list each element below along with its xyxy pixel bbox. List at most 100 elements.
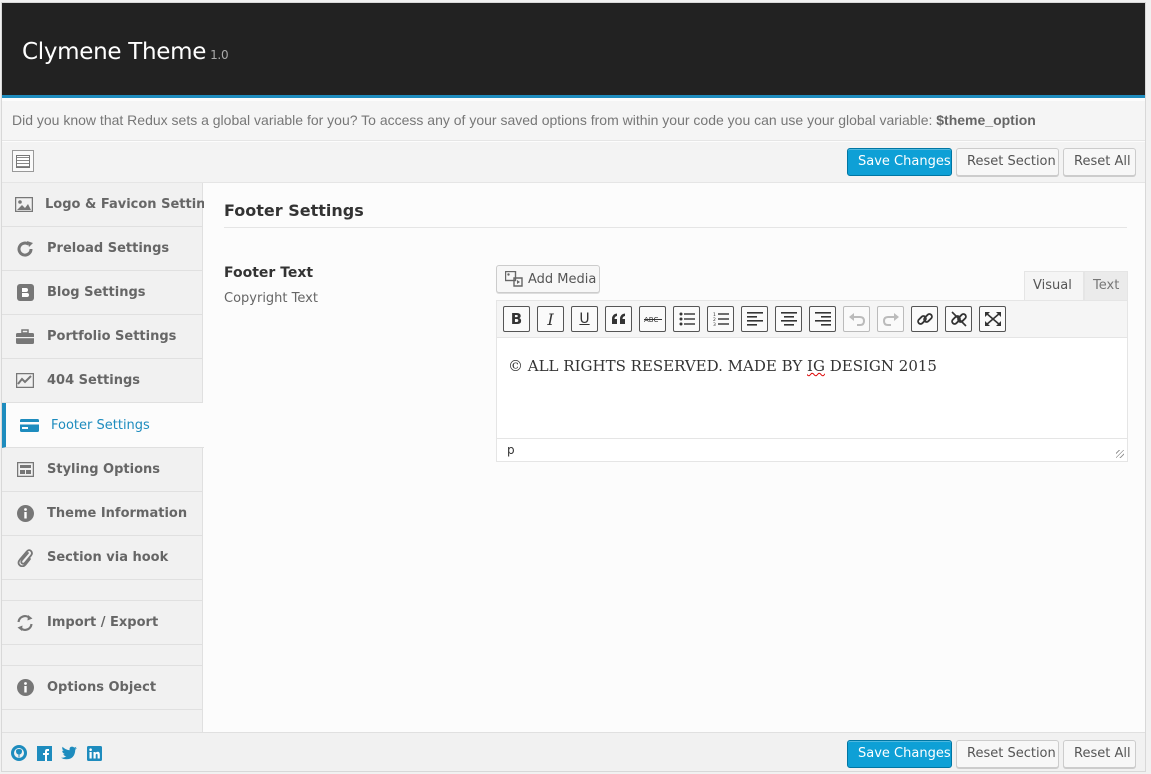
sidebar-item-label: Options Object [47, 680, 157, 695]
bullet-list-icon [679, 312, 695, 326]
numbered-list-button[interactable]: 123 [707, 306, 734, 332]
italic-button[interactable]: I [537, 306, 564, 332]
content-text: © ALL RIGHTS RESERVED. MADE BY [508, 357, 808, 375]
sidebar-divider [2, 580, 203, 601]
underline-button[interactable]: U [571, 306, 598, 332]
sidebar-item-blog[interactable]: Blog Settings [2, 271, 203, 315]
sidebar-item-label: Preload Settings [47, 241, 170, 256]
editor-status-path: p [497, 438, 1127, 461]
info-icon [15, 679, 35, 697]
align-center-icon [780, 312, 797, 326]
sidebar-item-label: Logo & Favicon Settings [45, 197, 223, 212]
editor-content[interactable]: © ALL RIGHTS RESERVED. MADE BY IG DESIGN… [508, 357, 937, 375]
tab-text[interactable]: Text [1084, 271, 1128, 300]
facebook-link[interactable] [36, 745, 52, 761]
sidebar-item-label: Footer Settings [51, 417, 150, 433]
blogger-icon [15, 284, 35, 302]
sidebar-divider [2, 645, 203, 666]
image-icon [15, 196, 33, 214]
add-media-label: Add Media [528, 271, 597, 287]
theme-title: Clymene Theme 1.0 [22, 39, 229, 65]
resize-handle[interactable] [1116, 450, 1124, 458]
expand-icon [16, 154, 30, 168]
info-icon [15, 505, 35, 523]
top-action-bar: Save Changes Reset Section Reset All [2, 142, 1145, 183]
notice-text: Did you know that Redux sets a global va… [12, 112, 937, 128]
section-title: Footer Settings [224, 201, 364, 220]
redux-options-panel: Clymene Theme 1.0 Did you know that Redux… [1, 2, 1146, 772]
github-icon [11, 745, 27, 761]
linkedin-link[interactable] [86, 745, 102, 761]
twitter-link[interactable] [61, 745, 77, 761]
field-subtitle: Copyright Text [224, 291, 318, 306]
media-icon [505, 271, 523, 287]
editor-toolbar: B I U ABC 123 [497, 301, 1127, 338]
sidebar-item-404[interactable]: 404 Settings [2, 359, 203, 403]
sidebar-item-options-object[interactable]: Options Object [2, 666, 203, 710]
reset-all-button[interactable]: Reset All [1063, 148, 1136, 176]
sidebar-item-label: Theme Information [47, 506, 188, 521]
spellcheck-word: IG [807, 357, 825, 375]
sidebar-item-theme-information[interactable]: Theme Information [2, 492, 203, 536]
twitter-icon [61, 746, 77, 760]
numbered-list-icon: 123 [713, 312, 729, 326]
theme-version: 1.0 [210, 48, 229, 62]
redo-icon [882, 312, 899, 326]
reset-all-button[interactable]: Reset All [1063, 740, 1136, 768]
footer-text-editor: B I U ABC 123 [496, 300, 1128, 462]
refresh-icon [15, 240, 35, 258]
fullscreen-icon [984, 312, 1001, 326]
reset-section-button[interactable]: Reset Section [956, 740, 1059, 768]
field-title: Footer Text [224, 265, 314, 281]
section-content: Footer Settings Footer Text Copyright Te… [204, 183, 1145, 732]
blockquote-button[interactable] [605, 306, 632, 332]
unlink-button[interactable] [945, 306, 972, 332]
sidebar-item-label: 404 Settings [47, 373, 141, 388]
strikethrough-icon: ABC [643, 314, 662, 324]
add-media-button[interactable]: Add Media [496, 265, 600, 293]
bullet-list-button[interactable] [673, 306, 700, 332]
bottom-action-bar: Save Changes Reset Section Reset All [2, 732, 1145, 771]
facebook-icon [36, 745, 52, 761]
align-right-icon [814, 312, 831, 326]
reset-section-button[interactable]: Reset Section [956, 148, 1059, 176]
tab-visual[interactable]: Visual [1024, 271, 1084, 300]
layout-icon [15, 461, 35, 479]
sidebar-item-label: Portfolio Settings [47, 329, 177, 344]
sidebar-item-portfolio[interactable]: Portfolio Settings [2, 315, 203, 359]
sidebar-item-label: Import / Export [47, 615, 159, 630]
link-button[interactable] [911, 306, 938, 332]
element-path: p [507, 443, 515, 457]
sidebar-item-label: Blog Settings [47, 285, 146, 300]
sidebar-item-preload[interactable]: Preload Settings [2, 227, 203, 271]
align-left-button[interactable] [741, 306, 768, 332]
sidebar-item-section-via-hook[interactable]: Section via hook [2, 536, 203, 580]
fullscreen-button[interactable] [979, 306, 1006, 332]
align-right-button[interactable] [809, 306, 836, 332]
align-left-icon [746, 312, 763, 326]
unlink-icon [950, 311, 967, 327]
theme-name: Clymene Theme [22, 39, 207, 65]
notice-variable: $theme_option [936, 112, 1036, 128]
content-text: DESIGN 2015 [824, 357, 937, 375]
expand-options-button[interactable] [12, 150, 34, 172]
sidebar-item-styling[interactable]: Styling Options [2, 448, 203, 492]
bold-button[interactable]: B [503, 306, 530, 332]
linkedin-icon [86, 745, 102, 761]
chart-icon [15, 372, 35, 390]
github-link[interactable] [11, 745, 27, 761]
sidebar-item-logo-favicon[interactable]: Logo & Favicon Settings [2, 183, 222, 227]
align-center-button[interactable] [775, 306, 802, 332]
strikethrough-button[interactable]: ABC [639, 306, 666, 332]
credit-card-icon [19, 416, 39, 434]
sidebar-item-label: Section via hook [47, 550, 169, 565]
sidebar-item-import-export[interactable]: Import / Export [2, 601, 203, 645]
save-changes-button[interactable]: Save Changes [847, 148, 952, 176]
global-variable-notice: Did you know that Redux sets a global va… [2, 101, 1145, 141]
sidebar-item-footer[interactable]: Footer Settings [2, 403, 207, 448]
save-changes-button[interactable]: Save Changes [847, 740, 952, 768]
svg-text:3: 3 [713, 322, 716, 326]
undo-button[interactable] [843, 306, 870, 332]
link-icon [916, 311, 933, 327]
redo-button[interactable] [877, 306, 904, 332]
